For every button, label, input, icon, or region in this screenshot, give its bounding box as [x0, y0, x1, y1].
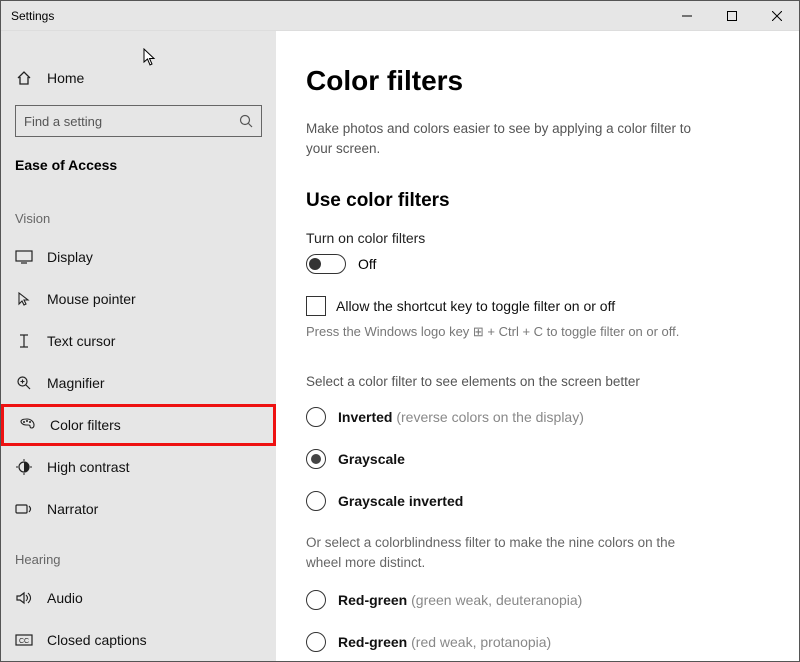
hearing-section-title: Hearing	[1, 530, 276, 577]
checkbox-label: Allow the shortcut key to toggle filter …	[336, 298, 615, 314]
sidebar-item-closed-captions[interactable]: CC Closed captions	[1, 619, 276, 661]
svg-text:CC: CC	[19, 638, 29, 645]
toggle-state: Off	[358, 256, 376, 272]
window-title: Settings	[1, 9, 664, 23]
sidebar-item-label: Narrator	[47, 501, 98, 517]
sidebar-item-high-contrast[interactable]: High contrast	[1, 446, 276, 488]
sidebar-item-audio[interactable]: Audio	[1, 577, 276, 619]
windows-logo-icon: ⊞	[473, 324, 484, 339]
titlebar: Settings	[1, 1, 799, 31]
display-icon	[15, 248, 33, 266]
search-placeholder: Find a setting	[24, 114, 102, 129]
radio-inverted[interactable]: Inverted (reverse colors on the display)	[306, 407, 769, 427]
cc-icon: CC	[15, 631, 33, 649]
sidebar-item-label: Magnifier	[47, 375, 105, 391]
sidebar-item-display[interactable]: Display	[1, 236, 276, 278]
text-cursor-icon	[15, 332, 33, 350]
home-nav[interactable]: Home	[1, 61, 276, 95]
shortcut-checkbox[interactable]	[306, 296, 326, 316]
home-icon	[15, 69, 33, 87]
vision-section-title: Vision	[1, 189, 276, 236]
maximize-button[interactable]	[709, 1, 754, 31]
radio-grayscale[interactable]: Grayscale	[306, 449, 769, 469]
or-label: Or select a colorblindness filter to mak…	[306, 533, 696, 572]
pointer-icon	[15, 290, 33, 308]
sidebar: Home Find a setting Ease of Access Visio…	[1, 31, 276, 661]
use-heading: Use color filters	[306, 190, 769, 212]
radio-grayscale-inverted[interactable]: Grayscale inverted	[306, 491, 769, 511]
audio-icon	[15, 589, 33, 607]
toggle-label: Turn on color filters	[306, 230, 769, 246]
sidebar-item-color-filters[interactable]: Color filters	[1, 404, 276, 446]
sidebar-item-magnifier[interactable]: Magnifier	[1, 362, 276, 404]
high-contrast-icon	[15, 458, 33, 476]
sidebar-item-label: Color filters	[50, 417, 121, 433]
radio-protanopia[interactable]: Red-green (red weak, protanopia)	[306, 632, 769, 652]
mouse-cursor-icon	[143, 48, 157, 66]
search-icon	[239, 114, 253, 128]
select-filter-label: Select a color filter to see elements on…	[306, 374, 769, 389]
sidebar-item-label: High contrast	[47, 459, 129, 475]
group-title: Ease of Access	[1, 155, 276, 189]
close-button[interactable]	[754, 1, 799, 31]
shortcut-hint: Press the Windows logo key ⊞ + Ctrl + C …	[306, 324, 769, 340]
page-title: Color filters	[306, 65, 769, 97]
narrator-icon	[15, 500, 33, 518]
minimize-button[interactable]	[664, 1, 709, 31]
sidebar-item-narrator[interactable]: Narrator	[1, 488, 276, 530]
sidebar-item-mouse-pointer[interactable]: Mouse pointer	[1, 278, 276, 320]
magnifier-icon	[15, 374, 33, 392]
sidebar-item-label: Closed captions	[47, 632, 147, 648]
sidebar-item-text-cursor[interactable]: Text cursor	[1, 320, 276, 362]
sidebar-item-label: Mouse pointer	[47, 291, 136, 307]
sidebar-item-label: Display	[47, 249, 93, 265]
sidebar-item-label: Audio	[47, 590, 83, 606]
search-input[interactable]: Find a setting	[15, 105, 262, 137]
content-pane: Color filters Make photos and colors eas…	[276, 31, 799, 661]
sidebar-item-label: Text cursor	[47, 333, 115, 349]
page-description: Make photos and colors easier to see by …	[306, 119, 696, 158]
home-label: Home	[47, 70, 84, 86]
color-filters-icon	[18, 416, 36, 434]
color-filters-toggle[interactable]	[306, 254, 346, 274]
radio-deuteranopia[interactable]: Red-green (green weak, deuteranopia)	[306, 590, 769, 610]
